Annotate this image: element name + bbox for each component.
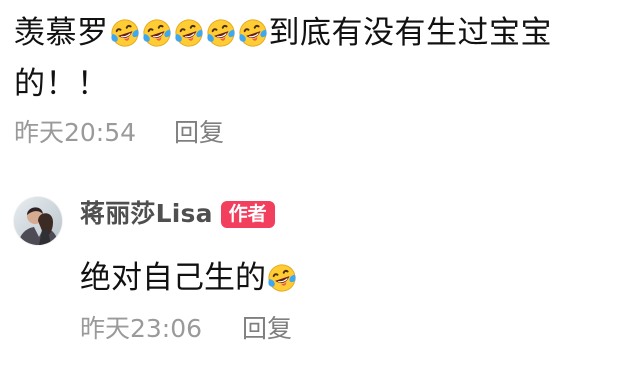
author-name[interactable]: 蒋丽莎Lisa [80, 199, 213, 229]
reply-comment-text-segment: 绝对自己生的 [80, 260, 266, 296]
laughing-tears-emoji-icon [142, 18, 172, 48]
parent-comment-meta: 昨天20:54 回复 [14, 118, 624, 148]
author-row: 蒋丽莎Lisa 作者 [80, 199, 620, 229]
laughing-tears-emoji-icon [238, 18, 268, 48]
parent-comment-reply-button[interactable]: 回复 [174, 118, 224, 148]
parent-comment: 羡慕罗 到底有没有生过宝宝的！！ 昨天20:54 回复 [14, 8, 624, 148]
author-badge: 作者 [220, 200, 275, 228]
laughing-tears-emoji-icon [174, 18, 204, 48]
parent-comment-timestamp: 昨天20:54 [14, 118, 137, 147]
reply-comment-text: 绝对自己生的 [80, 253, 620, 304]
parent-comment-text: 羡慕罗 到底有没有生过宝宝的！！ [14, 8, 624, 110]
parent-comment-text-segment: 羡慕罗 [14, 15, 109, 51]
reply-comment-body: 蒋丽莎Lisa 作者 绝对自己生的 昨天23:06 回复 [80, 199, 620, 344]
comment-thread: 羡慕罗 到底有没有生过宝宝的！！ 昨天20:54 回复 蒋丽莎Lisa 作者 绝… [0, 0, 641, 365]
laughing-tears-emoji-icon [206, 18, 236, 48]
reply-comment: 蒋丽莎Lisa 作者 绝对自己生的 昨天23:06 回复 [14, 197, 624, 357]
author-avatar[interactable] [14, 197, 62, 245]
reply-comment-meta: 昨天23:06 回复 [80, 314, 620, 344]
reply-comment-reply-button[interactable]: 回复 [242, 314, 292, 344]
laughing-tears-emoji-icon [110, 18, 140, 48]
reply-comment-timestamp: 昨天23:06 [80, 314, 203, 343]
laughing-tears-emoji-icon [267, 263, 297, 293]
